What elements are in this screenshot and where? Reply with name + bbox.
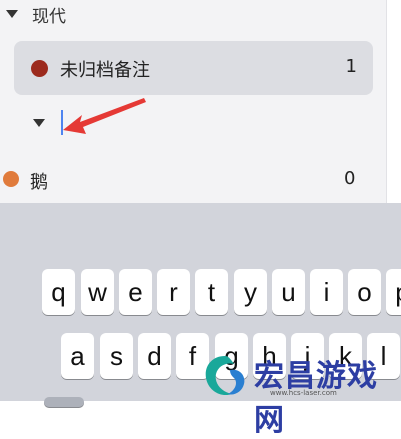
annotation-arrow-icon [63, 98, 146, 134]
section-header-modern[interactable]: 现代 [6, 0, 66, 28]
key-i[interactable]: i [310, 269, 343, 315]
key-r[interactable]: r [157, 269, 190, 315]
section-title: 现代 [32, 6, 66, 27]
key-u[interactable]: u [272, 269, 305, 315]
key-d[interactable]: d [138, 333, 171, 379]
key-t[interactable]: t [195, 269, 228, 315]
key-shift[interactable] [44, 397, 84, 407]
new-folder-row[interactable] [0, 100, 386, 145]
folder-label: 未归档备注 [60, 60, 150, 81]
folder-list: 现代 未归档备注 1 鹅 0 [0, 0, 401, 203]
watermark-logo-icon [205, 356, 245, 396]
folder-row-unfiled[interactable]: 未归档备注 1 [14, 41, 373, 95]
watermark: 宏昌游戏网 www.hcs-laser.com [200, 350, 401, 438]
folder-color-dot-icon [31, 60, 48, 77]
folder-count: 1 [345, 56, 357, 77]
key-q[interactable]: q [42, 269, 75, 315]
key-y[interactable]: y [234, 269, 267, 315]
key-p[interactable]: p [386, 269, 401, 315]
item-count: 0 [344, 168, 356, 189]
collapse-triangle-icon[interactable] [6, 10, 18, 18]
key-w[interactable]: w [81, 269, 114, 315]
key-s[interactable]: s [100, 333, 133, 379]
key-a[interactable]: a [61, 333, 94, 379]
key-e[interactable]: e [119, 269, 152, 315]
item-color-dot-icon [3, 171, 19, 187]
key-o[interactable]: o [348, 269, 381, 315]
item-label: 鹅 [30, 172, 48, 193]
expand-triangle-icon[interactable] [33, 119, 45, 127]
watermark-url: www.hcs-laser.com [270, 389, 337, 397]
list-item-goose[interactable]: 鹅 0 [0, 160, 386, 198]
right-panel-edge [386, 0, 401, 203]
